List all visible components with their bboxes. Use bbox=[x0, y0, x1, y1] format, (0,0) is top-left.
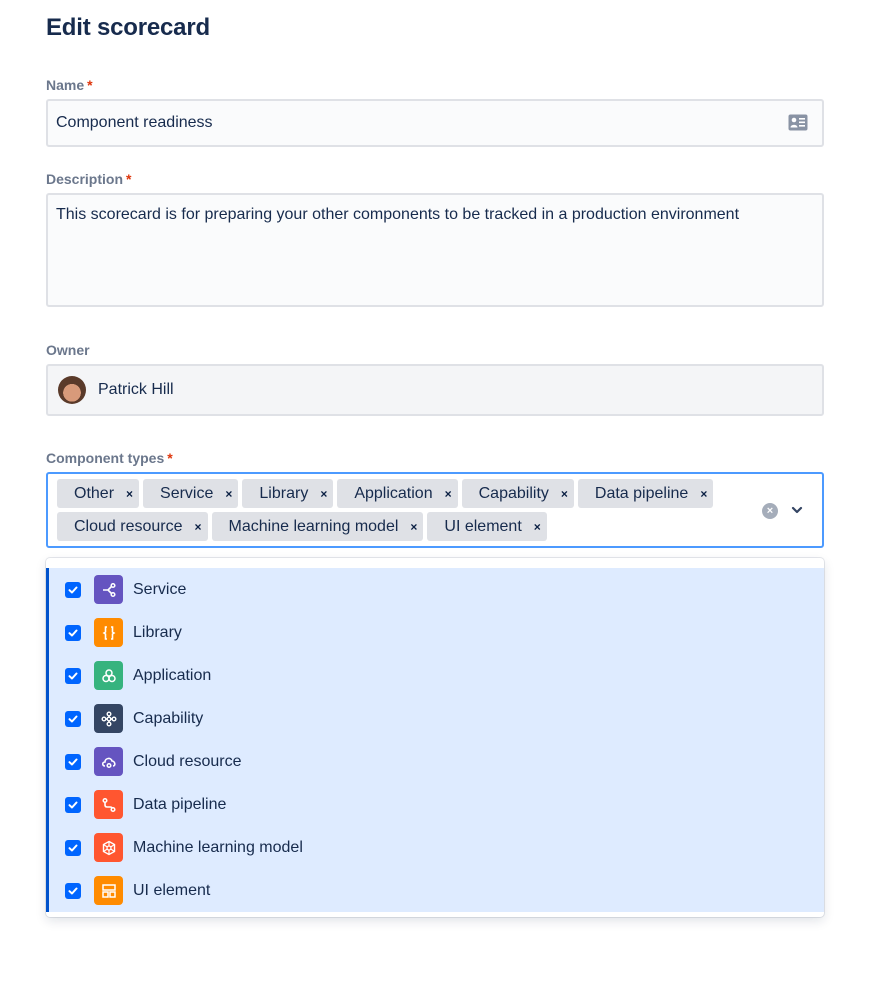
required-mark: * bbox=[126, 171, 132, 187]
name-label: Name * bbox=[46, 77, 93, 93]
remove-tag-icon[interactable]: × bbox=[320, 487, 327, 501]
option-label: UI element bbox=[133, 881, 211, 899]
tag-label: Library bbox=[259, 484, 309, 502]
tag: Application × bbox=[337, 479, 458, 508]
chevron-down-icon[interactable] bbox=[790, 503, 804, 517]
tag-label: Application bbox=[354, 484, 433, 502]
checkbox[interactable] bbox=[65, 839, 81, 856]
option-application[interactable]: Application bbox=[49, 654, 824, 697]
checkbox[interactable] bbox=[65, 667, 81, 684]
ml-model-icon bbox=[94, 833, 123, 862]
remove-tag-icon[interactable]: × bbox=[445, 487, 452, 501]
description-label: Description * bbox=[46, 171, 131, 187]
avatar bbox=[58, 376, 86, 404]
remove-tag-icon[interactable]: × bbox=[410, 520, 417, 534]
selected-tags: Other × Service × Library × Application × Capabi… bbox=[57, 479, 747, 541]
option-label: Machine learning model bbox=[133, 838, 303, 856]
tag: Capability × bbox=[461, 479, 574, 508]
remove-tag-icon[interactable]: × bbox=[225, 487, 232, 501]
clear-icon[interactable]: × bbox=[762, 503, 778, 519]
component-types-menu: Service Library Application Capability Cloud… bbox=[46, 558, 824, 917]
check-icon bbox=[68, 844, 78, 851]
option-data-pipeline[interactable]: Data pipeline bbox=[49, 783, 824, 826]
tag-label: Cloud resource bbox=[74, 517, 183, 535]
option-label: Library bbox=[133, 623, 182, 641]
ui-element-icon bbox=[94, 876, 123, 905]
tag-label: Capability bbox=[478, 484, 549, 502]
tag: Service × bbox=[143, 479, 239, 508]
tag-label: Other bbox=[74, 484, 115, 502]
check-icon bbox=[68, 672, 78, 679]
tag-label: Data pipeline bbox=[594, 484, 689, 502]
tag: Library × bbox=[242, 479, 334, 508]
owner-name: Patrick Hill bbox=[98, 381, 174, 398]
option-service[interactable]: Service bbox=[49, 568, 824, 611]
library-icon bbox=[94, 618, 123, 647]
cloud-resource-icon bbox=[94, 747, 123, 776]
tag-label: Machine learning model bbox=[228, 517, 399, 535]
option-library[interactable]: Library bbox=[49, 611, 824, 654]
option-capability[interactable]: Capability bbox=[49, 697, 824, 740]
option-machine-learning-model[interactable]: Machine learning model bbox=[49, 826, 824, 869]
option-label: Cloud resource bbox=[133, 752, 242, 770]
checkbox[interactable] bbox=[65, 581, 81, 598]
checkbox[interactable] bbox=[65, 796, 81, 813]
check-icon bbox=[68, 586, 78, 593]
checkbox[interactable] bbox=[65, 753, 81, 770]
description-label-text: Description bbox=[46, 171, 124, 187]
remove-tag-icon[interactable]: × bbox=[700, 487, 707, 501]
tag: Machine learning model × bbox=[211, 512, 424, 541]
check-icon bbox=[68, 758, 78, 765]
tag: Cloud resource × bbox=[57, 512, 208, 541]
remove-tag-icon[interactable]: × bbox=[195, 520, 202, 534]
tag-label: UI element bbox=[444, 517, 522, 535]
component-types-label: Component types * bbox=[46, 450, 173, 466]
required-mark: * bbox=[167, 450, 173, 466]
owner-picker[interactable]: Patrick Hill bbox=[46, 364, 824, 416]
checkbox[interactable] bbox=[65, 882, 81, 899]
name-label-text: Name bbox=[46, 77, 85, 93]
remove-tag-icon[interactable]: × bbox=[561, 487, 568, 501]
tag-label: Service bbox=[160, 484, 214, 502]
check-icon bbox=[68, 715, 78, 722]
check-icon bbox=[68, 887, 78, 894]
name-input[interactable]: Component readiness bbox=[46, 99, 824, 147]
application-icon bbox=[94, 661, 123, 690]
service-icon bbox=[94, 575, 123, 604]
remove-tag-icon[interactable]: × bbox=[126, 487, 133, 501]
required-mark: * bbox=[87, 77, 93, 93]
check-icon bbox=[68, 801, 78, 808]
option-cloud-resource[interactable]: Cloud resource bbox=[49, 740, 824, 783]
checkbox[interactable] bbox=[65, 624, 81, 641]
contact-card-icon[interactable] bbox=[788, 114, 808, 131]
option-label: Application bbox=[133, 666, 212, 684]
description-textarea[interactable]: This scorecard is for preparing your oth… bbox=[46, 193, 824, 307]
data-pipeline-icon bbox=[94, 790, 123, 819]
option-ui-element[interactable]: UI element bbox=[49, 869, 824, 912]
tag: Data pipeline × bbox=[577, 479, 714, 508]
tag: Other × bbox=[57, 479, 140, 508]
tag: UI element × bbox=[427, 512, 547, 541]
checkbox[interactable] bbox=[65, 710, 81, 727]
component-types-label-text: Component types bbox=[46, 450, 165, 466]
component-types-select[interactable]: Other × Service × Library × Application × Capabi… bbox=[46, 472, 824, 548]
owner-label: Owner bbox=[46, 342, 90, 358]
option-label: Capability bbox=[133, 709, 204, 727]
page-title: Edit scorecard bbox=[46, 14, 210, 41]
options-list: Service Library Application Capability Cloud… bbox=[46, 568, 824, 912]
name-value: Component readiness bbox=[56, 114, 213, 131]
check-icon bbox=[68, 629, 78, 636]
option-label: Data pipeline bbox=[133, 795, 227, 813]
capability-icon bbox=[94, 704, 123, 733]
option-label: Service bbox=[133, 580, 187, 598]
remove-tag-icon[interactable]: × bbox=[534, 520, 541, 534]
